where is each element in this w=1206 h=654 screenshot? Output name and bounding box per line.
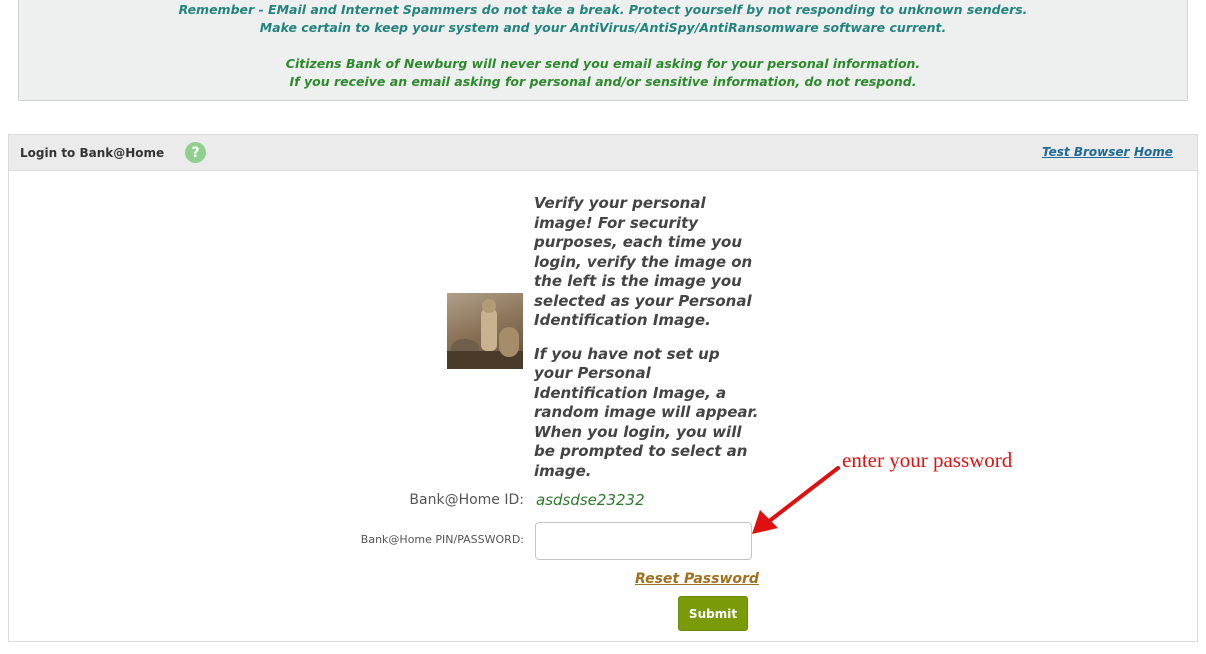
annotation-arrow-icon (752, 466, 840, 534)
password-input[interactable] (535, 522, 752, 560)
password-label: Bank@Home PIN/PASSWORD: (360, 533, 524, 546)
id-label: Bank@Home ID: (409, 492, 524, 508)
notice-line-do-not-respond: If you receive an email asking for perso… (289, 74, 917, 89)
home-link[interactable]: Home (1134, 145, 1173, 159)
meerkat-image (447, 293, 523, 369)
id-value: asdsdse23232 (536, 491, 645, 509)
notice-line-spam: Remember - EMail and Internet Spammers d… (178, 2, 1028, 17)
security-notice: Remember - EMail and Internet Spammers d… (18, 0, 1188, 101)
test-browser-link[interactable]: Test Browser (1042, 145, 1129, 159)
notice-line-no-email: Citizens Bank of Newburg will never send… (285, 56, 921, 71)
submit-button[interactable]: Submit (678, 596, 748, 631)
login-panel-header: Login to Bank@Home ? Test Browser Home (9, 135, 1197, 171)
verify-image-instructions: Verify your personal image! For security… (534, 194, 759, 481)
login-panel: Login to Bank@Home ? Test Browser Home V… (8, 134, 1198, 642)
setup-image-paragraph: If you have not set up your Personal Ide… (534, 344, 759, 480)
notice-line-antivirus: Make certain to keep your system and you… (259, 20, 947, 35)
panel-title: Login to Bank@Home (20, 146, 165, 160)
reset-password-link[interactable]: Reset Password (635, 571, 759, 587)
question-mark-icon[interactable]: ? (185, 142, 206, 163)
verify-paragraph: Verify your personal image! For security… (534, 194, 753, 329)
password-annotation: enter your password (842, 448, 1013, 472)
